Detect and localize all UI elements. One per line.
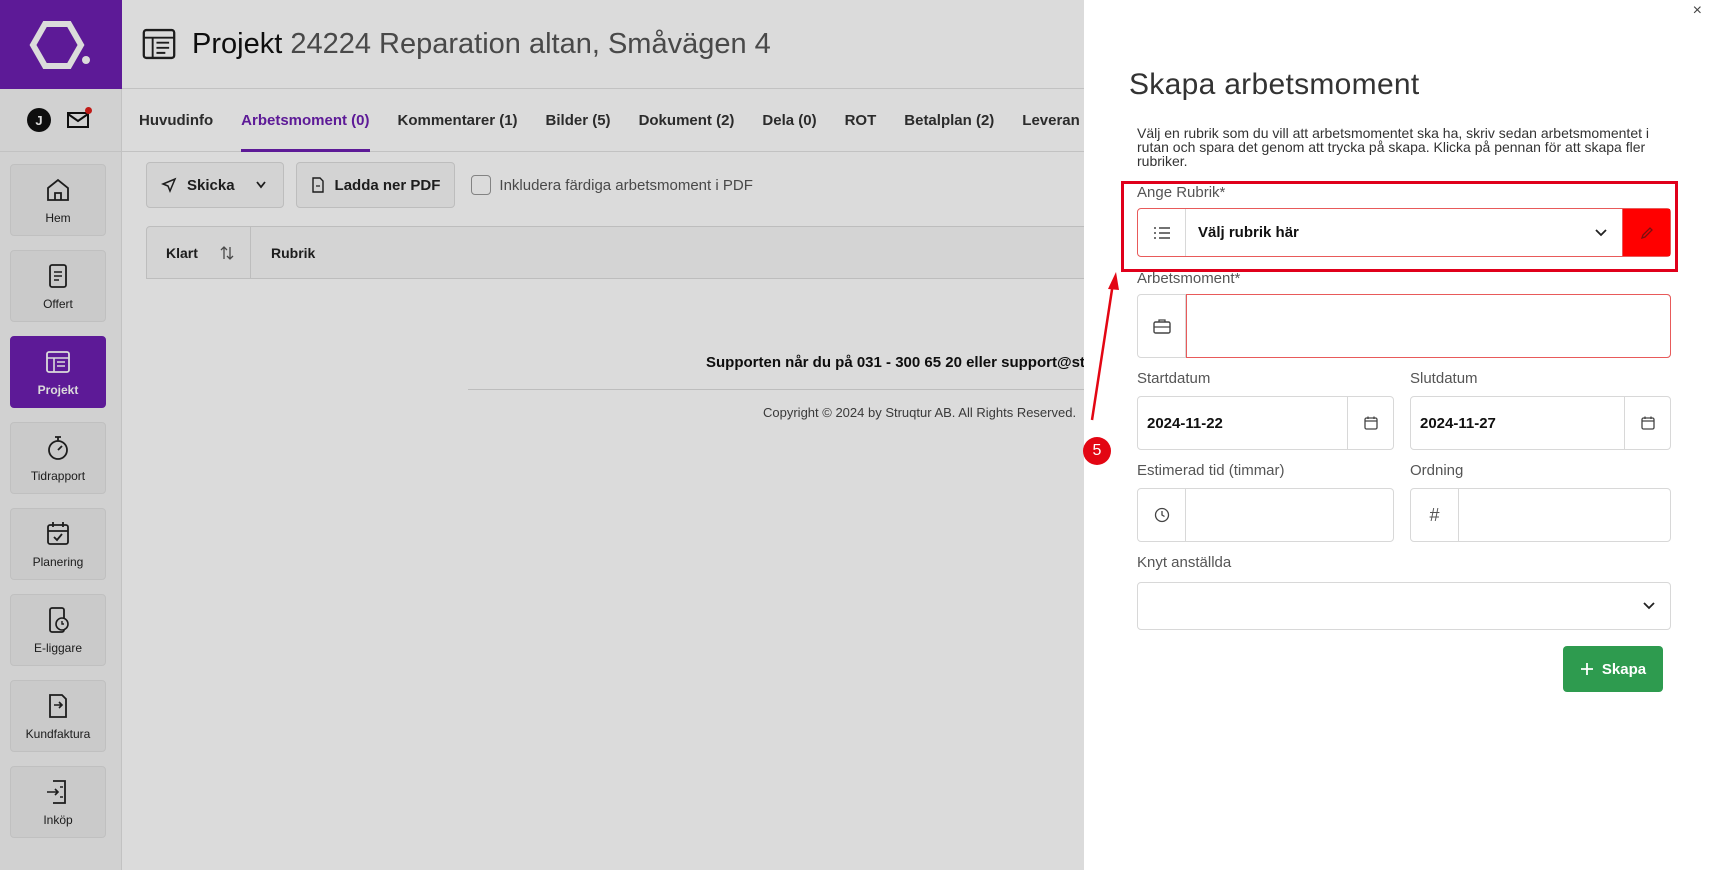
panel-intro: Välj en rubrik som du vill att arbetsmom… xyxy=(1137,125,1649,169)
arbetsmoment-field xyxy=(1137,294,1671,358)
calendar-icon[interactable] xyxy=(1347,397,1393,449)
arbetsmoment-label: Arbetsmoment* xyxy=(1137,270,1241,287)
ordning-label: Ordning xyxy=(1410,462,1464,479)
briefcase-icon xyxy=(1138,295,1186,357)
create-button[interactable]: Skapa xyxy=(1563,646,1663,692)
chevron-down-icon xyxy=(1643,602,1655,610)
step-badge: 5 xyxy=(1083,437,1111,465)
calendar-icon[interactable] xyxy=(1624,397,1670,449)
create-button-label: Skapa xyxy=(1601,660,1647,678)
slutdatum-label: Slutdatum xyxy=(1410,370,1478,387)
ordning-input[interactable] xyxy=(1459,489,1670,541)
modal-overlay[interactable] xyxy=(0,0,1084,870)
estimerad-tid-label: Estimerad tid (timmar) xyxy=(1137,462,1285,479)
estimerad-tid-field xyxy=(1137,488,1394,542)
knyt-anstallda-select[interactable] xyxy=(1137,582,1671,630)
highlight-box xyxy=(1121,181,1678,272)
plus-icon xyxy=(1580,663,1593,675)
ordning-field: # xyxy=(1410,488,1671,542)
create-task-panel: × Skapa arbetsmoment Välj en rubrik som … xyxy=(1084,0,1712,870)
clock-icon xyxy=(1138,489,1186,541)
panel-title: Skapa arbetsmoment xyxy=(1129,68,1420,101)
startdatum-field[interactable]: 2024-11-22 xyxy=(1137,396,1394,450)
knyt-anstallda-label: Knyt anställda xyxy=(1137,554,1232,571)
startdatum-value[interactable]: 2024-11-22 xyxy=(1138,397,1347,449)
startdatum-label: Startdatum xyxy=(1137,370,1211,387)
estimerad-tid-input[interactable] xyxy=(1186,489,1393,541)
arbetsmoment-textarea[interactable] xyxy=(1186,294,1671,358)
slutdatum-field[interactable]: 2024-11-27 xyxy=(1410,396,1671,450)
close-icon[interactable]: × xyxy=(1693,2,1702,20)
hash-icon: # xyxy=(1411,489,1459,541)
slutdatum-value[interactable]: 2024-11-27 xyxy=(1411,397,1624,449)
